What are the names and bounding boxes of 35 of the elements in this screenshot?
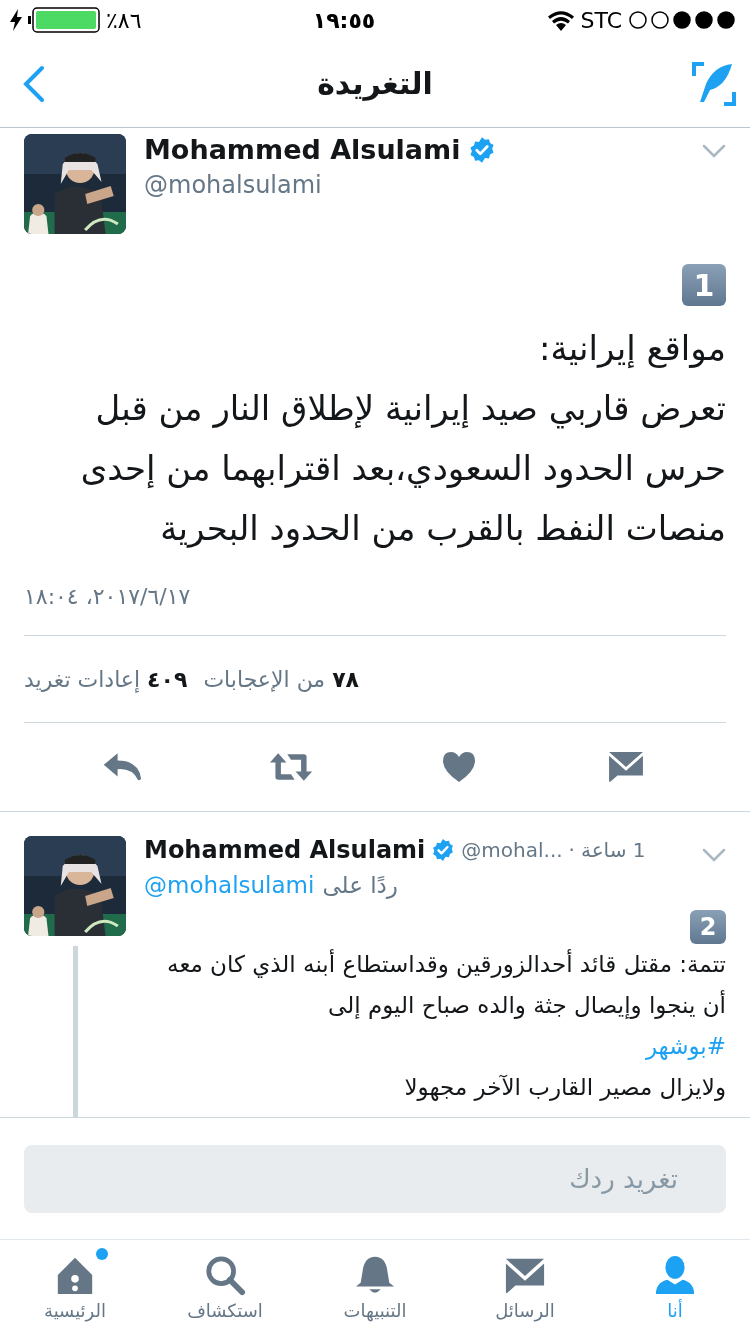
tweet-text: تتمة: مقتل قائد أحدالزورقين وقداستطاع أبنه الذي كان معه أن ينجوا وإيصال جثة والده صباح اليوم إلى [166,948,726,1021]
tab-item[interactable]: التنبيهات [300,1240,450,1334]
wifi-icon [546,9,575,31]
author-handle[interactable]: @mohal... [461,838,563,862]
tab-item[interactable]: استكشاف [150,1240,300,1334]
tab-item[interactable]: الرسائل [450,1240,600,1334]
carrier-name: STC [580,7,622,33]
mention-link[interactable]: @mohalsulami [144,872,315,898]
author-name[interactable]: Mohammed Alsulami [144,836,426,864]
battery-icon [28,7,100,33]
hashtag-link[interactable]: #بوشهر [144,1026,726,1067]
tweet-date: ٢٠١٧/٦/١٧، ١٨:٠٤ [24,584,192,609]
battery-percent: ٪٨٦ [106,7,142,33]
tab-item[interactable]: أنا [600,1240,750,1334]
author-handle[interactable]: @mohalsulami [144,171,684,199]
tab-item[interactable]: الرئيسية [0,1240,150,1334]
stat-count[interactable]: ٧٨ من الإعجابات [203,666,360,692]
screen-title: التغريدة [317,66,433,101]
tweet-text: مواقع إيرانية: [538,327,726,370]
number-emoji: 1 [682,264,726,306]
retweet-icon[interactable] [269,751,314,783]
tweet-time: 1 ساعة [580,838,646,862]
clock: ١٩:٥٥ [312,7,376,33]
reply-label: ردًا على [322,872,398,898]
tweet-text: تعرض قاربي صيد إيرانية لإطلاق النار من قبل حرس الحدود السعودي،بعد اقترابهما من إحدى منصات النفط بالقرب من الحدود البحرية [79,387,726,550]
search-icon [204,1253,246,1296]
separator-dot: · [568,838,575,862]
number-emoji: 2 [690,910,726,944]
author-name[interactable]: Mohammed Alsulami [144,134,461,165]
tweet-text: ولايزال مصير القارب الآخر مجهولا [403,1073,726,1103]
person-icon [654,1253,696,1296]
compose-icon[interactable] [692,61,736,106]
stat-count[interactable]: ٤٠٩ إعادات تغريد [24,666,188,692]
charging-icon [10,9,22,31]
reply-field[interactable]: تغريد ردك [24,1144,726,1213]
